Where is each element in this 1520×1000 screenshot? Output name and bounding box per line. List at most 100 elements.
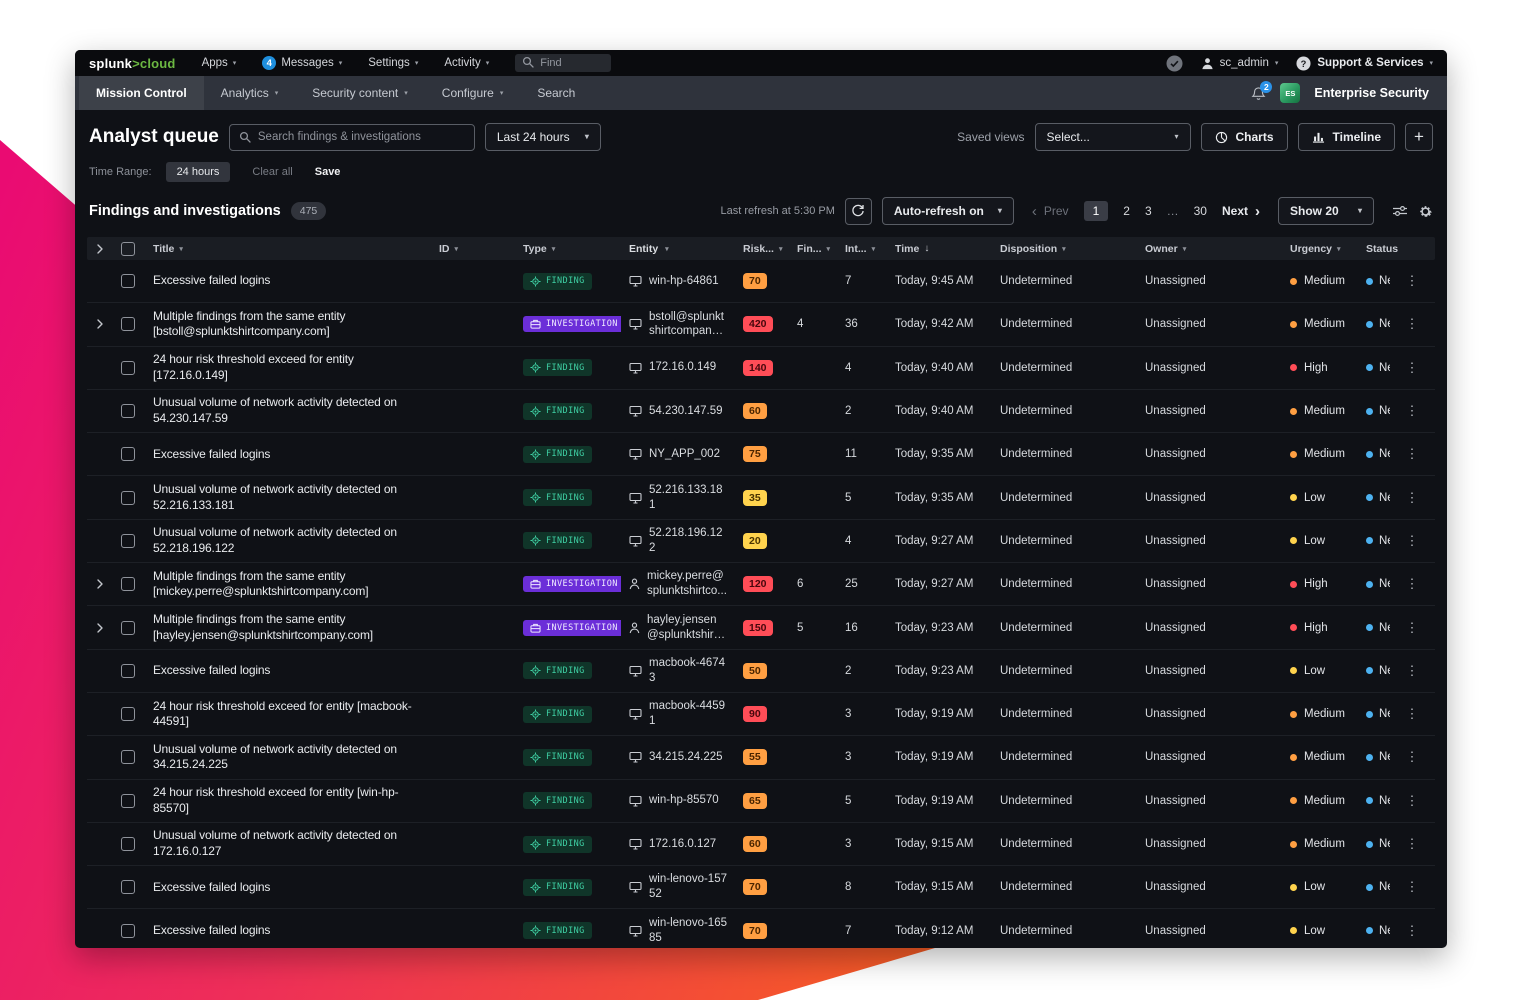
column-header-disposition[interactable]: Disposition ▾ <box>992 243 1137 255</box>
tab-configure[interactable]: Configure ▾ <box>425 76 521 110</box>
row-checkbox[interactable] <box>121 707 135 722</box>
check-circle-icon[interactable] <box>1166 55 1183 72</box>
table-row[interactable]: Multiple findings from the same entity [… <box>87 563 1435 607</box>
page-button-3[interactable]: 3 <box>1145 204 1152 218</box>
column-header-int[interactable]: Int... ▾ <box>837 243 887 255</box>
table-row[interactable]: Unusual volume of network activity detec… <box>87 520 1435 564</box>
finding-title-cell[interactable]: Unusual volume of network activity detec… <box>143 482 431 513</box>
entity-cell[interactable]: 52.216.133.181 <box>621 483 735 513</box>
global-nav-item-apps[interactable]: Apps ▾ <box>202 56 237 70</box>
add-button[interactable]: + <box>1405 123 1433 151</box>
row-actions-kebab[interactable]: ⋮ <box>1398 836 1426 852</box>
findings-search-input[interactable] <box>257 131 465 143</box>
entity-cell[interactable]: 34.215.24.225 <box>621 750 735 765</box>
expand-all-header[interactable] <box>87 243 113 255</box>
row-checkbox[interactable] <box>121 663 135 678</box>
row-checkbox[interactable] <box>121 793 135 808</box>
row-actions-kebab[interactable]: ⋮ <box>1398 663 1426 679</box>
row-actions-kebab[interactable]: ⋮ <box>1398 360 1426 376</box>
finding-title-cell[interactable]: Excessive failed logins <box>143 880 431 896</box>
select-all-checkbox[interactable] <box>121 241 135 256</box>
saved-views-dropdown[interactable]: Select... ▾ <box>1034 123 1191 151</box>
row-expand-button[interactable] <box>87 578 113 590</box>
entity-cell[interactable]: win-lenovo-15752 <box>621 872 735 902</box>
global-nav-item-messages[interactable]: 4 Messages ▾ <box>262 56 342 70</box>
time-range-chip[interactable]: 24 hours <box>165 162 231 182</box>
support-menu[interactable]: ? Support & Services ▾ <box>1296 55 1433 71</box>
row-checkbox[interactable] <box>121 447 135 462</box>
row-actions-kebab[interactable]: ⋮ <box>1398 620 1426 636</box>
finding-title-cell[interactable]: Unusual volume of network activity detec… <box>143 742 431 773</box>
table-row[interactable]: Excessive failed logins FINDING macbook-46… <box>87 650 1435 693</box>
column-header-risk[interactable]: Risk... ▾ <box>735 243 789 255</box>
table-row[interactable]: Excessive failed logins FINDING win-hp-648… <box>87 260 1435 304</box>
entity-cell[interactable]: win-lenovo-16585 <box>621 916 735 946</box>
sliders-icon[interactable] <box>1392 204 1408 218</box>
row-checkbox[interactable] <box>121 404 135 419</box>
entity-cell[interactable]: NY_APP_002 <box>621 447 735 462</box>
finding-title-cell[interactable]: Excessive failed logins <box>143 273 431 289</box>
table-row[interactable]: Excessive failed logins FINDING NY_APP_002… <box>87 433 1435 477</box>
entity-cell[interactable]: bstoll@splunktshirtcompany.c... <box>621 310 735 340</box>
page-button-2[interactable]: 2 <box>1123 204 1130 218</box>
findings-search-box[interactable] <box>228 123 475 151</box>
row-checkbox[interactable] <box>121 923 135 938</box>
table-row[interactable]: Unusual volume of network activity detec… <box>87 823 1435 867</box>
table-row[interactable]: Unusual volume of network activity detec… <box>87 390 1435 434</box>
row-actions-kebab[interactable]: ⋮ <box>1398 316 1426 332</box>
entity-cell[interactable]: win-hp-64861 <box>621 274 735 289</box>
row-checkbox[interactable] <box>121 274 135 289</box>
time-range-dropdown[interactable]: Last 24 hours ▾ <box>484 123 601 151</box>
table-row[interactable]: Excessive failed logins FINDING win-lenovo… <box>87 866 1435 910</box>
refresh-button[interactable] <box>844 197 872 225</box>
row-actions-kebab[interactable]: ⋮ <box>1398 923 1426 939</box>
table-row[interactable]: 24 hour risk threshold exceed for entity… <box>87 780 1435 823</box>
auto-refresh-dropdown[interactable]: Auto-refresh on ▾ <box>881 197 1014 225</box>
row-checkbox[interactable] <box>121 317 135 332</box>
finding-title-cell[interactable]: Excessive failed logins <box>143 447 431 463</box>
row-checkbox[interactable] <box>121 620 135 635</box>
tab-security-content[interactable]: Security content ▾ <box>295 76 425 110</box>
next-page-button[interactable]: Next › <box>1222 204 1260 219</box>
page-button-1[interactable]: 1 <box>1083 201 1109 221</box>
finding-title-cell[interactable]: Unusual volume of network activity detec… <box>143 828 431 859</box>
row-actions-kebab[interactable]: ⋮ <box>1398 533 1426 549</box>
global-nav-item-settings[interactable]: Settings ▾ <box>368 56 418 70</box>
tab-search[interactable]: Search <box>520 76 592 110</box>
entity-cell[interactable]: win-hp-85570 <box>621 793 735 808</box>
finding-title-cell[interactable]: Multiple findings from the same entity [… <box>143 612 431 643</box>
column-header-id[interactable]: ID ▾ <box>431 243 515 255</box>
row-expand-button[interactable] <box>87 622 113 634</box>
column-header-entity[interactable]: Entity ▾ <box>621 243 735 255</box>
row-actions-kebab[interactable]: ⋮ <box>1398 273 1426 289</box>
row-checkbox[interactable] <box>121 880 135 895</box>
row-expand-button[interactable] <box>87 318 113 330</box>
prev-page-button[interactable]: ‹ Prev <box>1032 204 1069 219</box>
row-checkbox[interactable] <box>121 360 135 375</box>
page-size-dropdown[interactable]: Show 20 ▾ <box>1278 197 1374 225</box>
notifications-button[interactable]: 2 <box>1251 80 1273 101</box>
finding-title-cell[interactable]: Unusual volume of network activity detec… <box>143 395 431 426</box>
find-search-box[interactable] <box>515 54 612 72</box>
finding-title-cell[interactable]: 24 hour risk threshold exceed for entity… <box>143 699 431 730</box>
entity-cell[interactable]: macbook-44591 <box>621 699 735 729</box>
finding-title-cell[interactable]: 24 hour risk threshold exceed for entity… <box>143 352 431 383</box>
clear-all-button[interactable]: Clear all <box>252 166 292 178</box>
row-actions-kebab[interactable]: ⋮ <box>1398 706 1426 722</box>
column-header-title[interactable]: Title ▾ <box>143 243 431 255</box>
entity-cell[interactable]: macbook-46743 <box>621 656 735 686</box>
row-checkbox[interactable] <box>121 577 135 592</box>
finding-title-cell[interactable]: Multiple findings from the same entity [… <box>143 309 431 340</box>
entity-cell[interactable]: hayley.jensen@splunktshirtco... <box>621 613 735 643</box>
table-row[interactable]: 24 hour risk threshold exceed for entity… <box>87 347 1435 390</box>
select-all-header[interactable] <box>113 241 143 256</box>
row-actions-kebab[interactable]: ⋮ <box>1398 446 1426 462</box>
column-header-fin[interactable]: Fin... ▾ <box>789 243 837 255</box>
row-actions-kebab[interactable]: ⋮ <box>1398 749 1426 765</box>
user-menu[interactable]: sc_admin ▾ <box>1201 57 1278 70</box>
entity-cell[interactable]: 172.16.0.149 <box>621 360 735 375</box>
column-header-urgency[interactable]: Urgency ▾ <box>1282 243 1358 255</box>
charts-button[interactable]: Charts <box>1200 123 1288 151</box>
column-header-owner[interactable]: Owner ▾ <box>1137 243 1282 255</box>
entity-cell[interactable]: mickey.perre@splunktshirtco... <box>621 569 735 599</box>
